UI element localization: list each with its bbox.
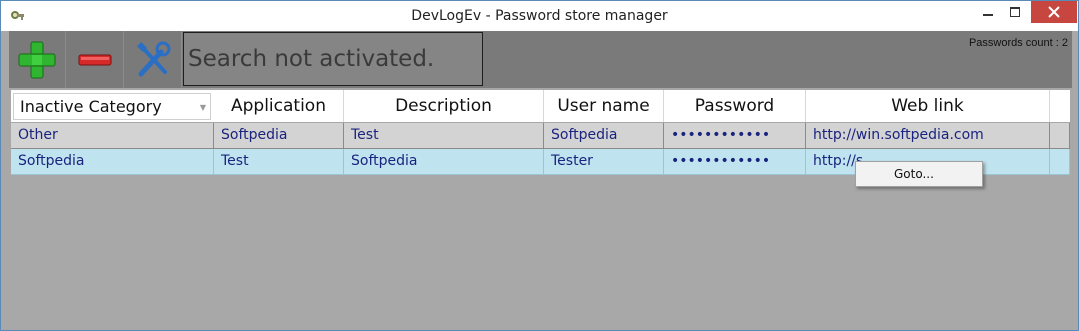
close-icon: [1048, 6, 1060, 18]
cell-category[interactable]: Other: [11, 123, 214, 149]
minimize-icon: [983, 14, 993, 16]
column-header-password[interactable]: Password: [664, 90, 806, 122]
close-button[interactable]: [1031, 1, 1077, 23]
tools-icon: [137, 41, 171, 76]
cell-description[interactable]: Test: [344, 123, 544, 149]
maximize-icon: [1009, 7, 1020, 17]
title-bar[interactable]: DevLogEv - Password store manager: [1, 1, 1078, 31]
cell-description[interactable]: Softpedia: [344, 149, 544, 175]
cell-username[interactable]: Tester: [544, 149, 664, 175]
chevron-down-icon: ▼: [199, 103, 206, 112]
plus-icon: [18, 41, 56, 78]
maximize-button[interactable]: [1001, 1, 1028, 23]
column-header-description[interactable]: Description: [344, 90, 544, 122]
toolbar: Search not activated. Passwords count : …: [9, 31, 1072, 88]
cell-password[interactable]: ••••••••••••: [664, 123, 806, 149]
search-input[interactable]: Search not activated.: [183, 32, 483, 86]
category-filter-dropdown[interactable]: Inactive Category ▼: [13, 93, 211, 120]
cell-application[interactable]: Softpedia: [214, 123, 344, 149]
column-header-category: Inactive Category: [20, 97, 162, 116]
table-header: Inactive Category ▼ Application Descript…: [11, 90, 1070, 122]
column-header-weblink[interactable]: Web link: [806, 90, 1050, 122]
settings-button[interactable]: [125, 31, 182, 88]
column-header-username[interactable]: User name: [544, 90, 664, 122]
window-title: DevLogEv - Password store manager: [411, 8, 668, 24]
passwords-count: Passwords count : 2: [968, 37, 1068, 49]
cell-weblink[interactable]: http://win.softpedia.com: [806, 123, 1050, 149]
minus-icon: [78, 54, 112, 65]
minimize-button[interactable]: [975, 1, 1001, 23]
cell-category[interactable]: Softpedia: [11, 149, 214, 175]
context-menu: Goto...: [855, 161, 983, 187]
table-row[interactable]: Other Softpedia Test Softpedia •••••••••…: [11, 123, 1070, 149]
context-menu-item-goto[interactable]: Goto...: [894, 167, 982, 181]
cell-password[interactable]: ••••••••••••: [664, 149, 806, 175]
add-button[interactable]: [9, 31, 66, 88]
cell-application[interactable]: Test: [214, 149, 344, 175]
cell-filler: [1050, 123, 1070, 149]
app-window: DevLogEv - Password store manager Search…: [0, 0, 1079, 331]
cell-filler: [1050, 149, 1070, 175]
remove-button[interactable]: [67, 31, 124, 88]
cell-username[interactable]: Softpedia: [544, 123, 664, 149]
column-header-application[interactable]: Application: [214, 90, 344, 122]
